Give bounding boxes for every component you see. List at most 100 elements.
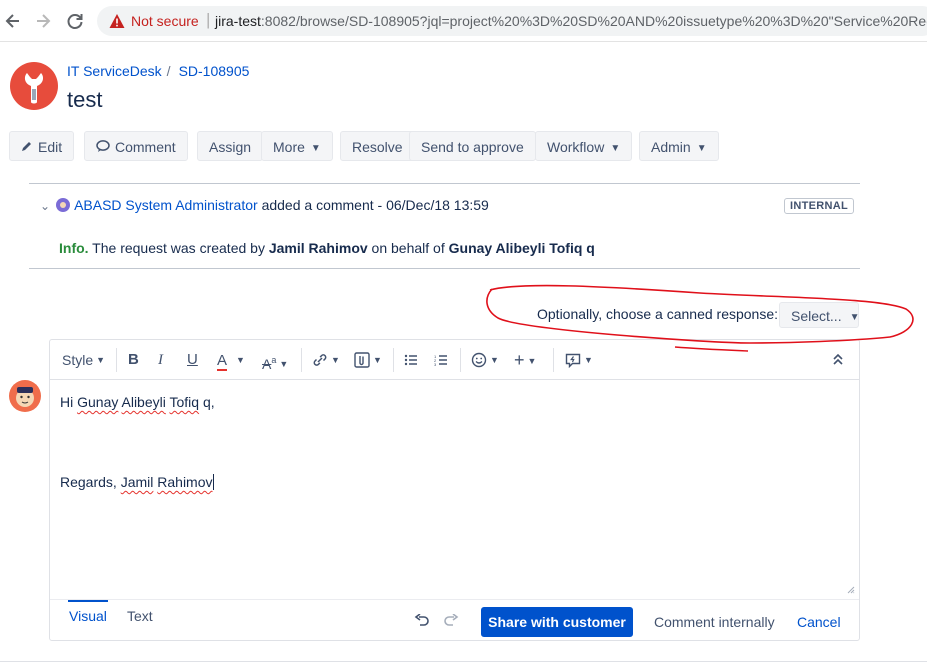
project-logo[interactable]: [10, 62, 58, 110]
chevron-down-icon: ▼: [696, 143, 707, 154]
redo-icon[interactable]: [443, 613, 459, 631]
misspelled-word: Jamil: [120, 474, 154, 490]
browser-toolbar: Not secure | jira-test:8082/browse/SD-10…: [0, 0, 927, 42]
link-icon[interactable]: ▼: [312, 350, 340, 370]
workflow-label: Workflow: [547, 139, 605, 155]
creator-name: Jamil Rahimov: [268, 240, 368, 256]
assign-button[interactable]: Assign: [197, 131, 264, 161]
toolbar-separator: [393, 348, 394, 372]
customer-name: Gunay Alibeyli Tofiq q: [448, 240, 595, 256]
italic-icon[interactable]: I: [158, 350, 163, 370]
issue-title: test: [67, 87, 103, 112]
comment-internally-button[interactable]: Comment internally: [654, 614, 775, 630]
style-label: Style: [62, 352, 94, 368]
speech-bubble-icon: [96, 132, 110, 162]
info-label: Info.: [59, 240, 89, 256]
admin-label: Admin: [651, 139, 691, 155]
chevron-down-icon: ▼: [849, 312, 860, 323]
edit-label: Edit: [38, 139, 63, 155]
emoji-icon[interactable]: ▼: [471, 350, 499, 370]
numbered-list-icon[interactable]: 123: [434, 350, 448, 370]
url-separator: |: [206, 10, 211, 29]
insert-plus-icon[interactable]: + ▼: [514, 350, 536, 370]
text-caret: [212, 474, 214, 490]
misspelled-word: Rahimov: [157, 474, 213, 490]
address-bar[interactable]: Not secure | jira-test:8082/browse/SD-10…: [97, 6, 927, 36]
toolbar-separator: [116, 348, 117, 372]
url-text[interactable]: jira-test:8082/browse/SD-108905?jql=proj…: [215, 13, 927, 29]
misspelled-word: Gunay: [77, 394, 119, 410]
toolbar-separator: [301, 348, 302, 372]
send-to-approve-button[interactable]: Send to approve: [409, 131, 536, 161]
underline-icon[interactable]: U: [187, 350, 198, 370]
more-label: More: [273, 139, 305, 155]
author-avatar: [56, 198, 71, 212]
url-host: jira-test: [215, 13, 261, 29]
misspelled-word: Tofiq: [169, 394, 200, 410]
comment-button[interactable]: Comment: [84, 131, 188, 161]
bullet-list-icon[interactable]: [404, 350, 418, 370]
attachment-icon[interactable]: ▼: [354, 350, 382, 370]
text-run: Regards,: [60, 474, 121, 490]
pencil-icon: [21, 132, 33, 162]
comment-meta: added a comment - 06/Dec/18 13:59: [257, 197, 489, 213]
text-color-icon[interactable]: A ▼: [217, 350, 245, 371]
undo-icon[interactable]: [414, 613, 430, 631]
resolve-button[interactable]: Resolve: [340, 131, 415, 161]
chevron-down-icon: ▼: [96, 355, 106, 365]
current-user-avatar: [9, 380, 41, 412]
editor-toolbar: Style ▼ B I U A ▼ Aa ▼ ▼ ▼ 123 ▼ + ▼ ▼: [50, 340, 859, 380]
text-effects-icon[interactable]: Aa ▼: [262, 350, 288, 372]
security-status[interactable]: Not secure: [131, 13, 199, 29]
tab-visual[interactable]: Visual: [69, 608, 107, 624]
misspelled-word: Alibeyli: [121, 394, 166, 410]
canned-response-select[interactable]: Select... ▼: [779, 302, 860, 328]
toolbar-separator: [553, 348, 554, 372]
text-run: Hi: [60, 394, 78, 410]
empty-line: [60, 432, 215, 452]
breadcrumb-separator: /: [166, 63, 171, 79]
breadcrumb-project-link[interactable]: IT ServiceDesk: [67, 63, 162, 79]
divider: [29, 268, 860, 269]
collapse-toolbar-icon[interactable]: [833, 350, 843, 370]
bold-icon[interactable]: B: [128, 350, 139, 370]
reload-icon[interactable]: [62, 8, 88, 34]
comment-label: Comment: [115, 139, 176, 155]
edit-button[interactable]: Edit: [9, 131, 75, 162]
arrow-right-icon[interactable]: [30, 8, 56, 34]
share-with-customer-button[interactable]: Share with customer: [481, 607, 633, 637]
arrow-left-icon[interactable]: [0, 8, 26, 34]
comment-text: The request was created by: [88, 240, 269, 256]
comment-editor: Style ▼ B I U A ▼ Aa ▼ ▼ ▼ 123 ▼ + ▼ ▼ Hi Gu…: [49, 339, 860, 641]
style-dropdown[interactable]: Style ▼: [62, 350, 105, 370]
svg-text:3: 3: [434, 362, 437, 366]
greeting-line: Hi Gunay Alibeyli Tofiq q,: [60, 392, 215, 412]
active-tab-indicator: [68, 600, 108, 602]
divider: [0, 661, 927, 662]
toolbar-separator: [460, 348, 461, 372]
canned-response-label: Optionally, choose a canned response:: [537, 306, 779, 322]
editor-content[interactable]: Hi Gunay Alibeyli Tofiq q, Regards, Jami…: [60, 392, 215, 512]
url-path: :8082/browse/SD-108905?jql=project%20%3D…: [260, 13, 927, 29]
collapse-toggle-icon[interactable]: ⌄: [40, 199, 50, 213]
macro-icon[interactable]: ▼: [565, 350, 593, 370]
internal-badge: INTERNAL: [784, 198, 855, 214]
comment-body: Info. The request was created by Jamil R…: [59, 240, 595, 256]
regards-line: Regards, Jamil Rahimov: [60, 472, 215, 492]
admin-button[interactable]: Admin ▼: [639, 131, 719, 161]
workflow-button[interactable]: Workflow ▼: [535, 131, 633, 161]
more-button[interactable]: More ▼: [261, 131, 333, 161]
chevron-down-icon: ▼: [610, 143, 621, 154]
resize-handle-icon[interactable]: [847, 586, 855, 594]
chevron-down-icon: ▼: [310, 143, 321, 154]
comment-author-link[interactable]: ABASD System Administrator: [74, 197, 258, 213]
warning-icon: [109, 14, 125, 28]
editor-footer: Visual Text Share with customer Comment …: [50, 599, 859, 641]
cancel-button[interactable]: Cancel: [797, 614, 841, 630]
text-run: q,: [199, 394, 215, 410]
comment-text: on behalf of: [367, 240, 449, 256]
divider: [29, 183, 860, 184]
comment-header: ⌄ ABASD System Administrator added a comm…: [40, 197, 489, 213]
tab-text[interactable]: Text: [127, 608, 153, 624]
breadcrumb-issue-link[interactable]: SD-108905: [179, 63, 250, 79]
